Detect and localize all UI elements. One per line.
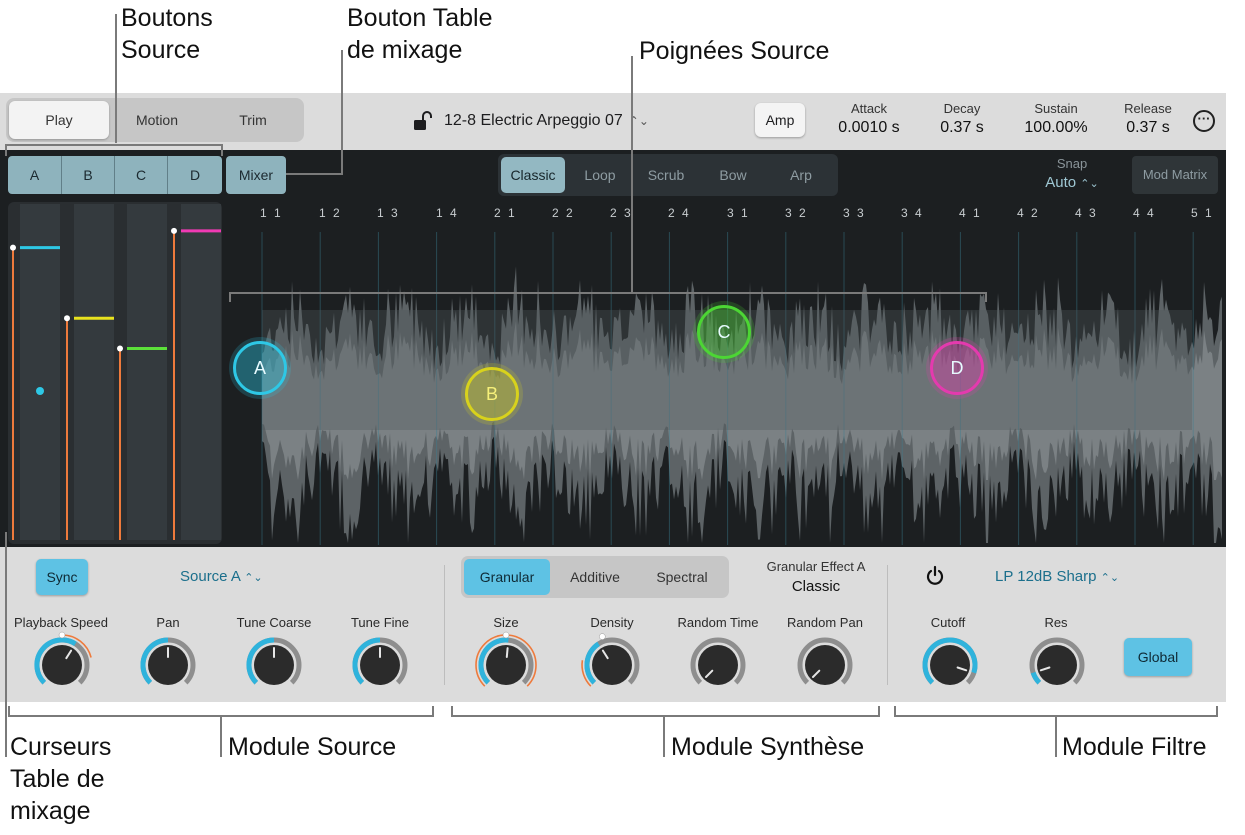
- density-knob-body: [592, 645, 632, 685]
- cutoff-knob-body: [930, 645, 970, 685]
- callout-line: Curseurs: [10, 733, 112, 761]
- callout-line: Source: [121, 36, 201, 64]
- density-knob[interactable]: [581, 633, 640, 687]
- callout-line: Table de: [10, 765, 105, 793]
- callout-line: Boutons: [121, 4, 213, 32]
- cutoff-knob[interactable]: [922, 637, 978, 685]
- callout-mixer-faders: Curseurs Table de mixage: [10, 731, 111, 827]
- density-knob-mod-handle[interactable]: [599, 633, 606, 640]
- size-knob[interactable]: [475, 631, 537, 687]
- callout-line: de mixage: [347, 36, 463, 64]
- playback-speed-knob-mod-handle[interactable]: [58, 631, 66, 639]
- callout-mixer-button: Bouton Table de mixage: [347, 2, 493, 66]
- size-knob-pointer: [505, 647, 509, 658]
- callout-filter-module: Module Filtre: [1062, 733, 1207, 761]
- knob-layer: [34, 631, 1085, 687]
- random-pan-knob-body: [805, 645, 845, 685]
- callout-source-handles: Poignées Source: [639, 37, 830, 65]
- size-knob-body: [486, 645, 526, 685]
- random-pan-knob[interactable]: [797, 637, 853, 685]
- size-knob-mod-handle[interactable]: [502, 631, 510, 639]
- tune-fine-knob[interactable]: [352, 637, 408, 685]
- res-knob-body: [1037, 645, 1077, 685]
- tune-coarse-knob[interactable]: [246, 637, 302, 685]
- callout-source-module: Module Source: [228, 733, 397, 761]
- random-time-knob[interactable]: [690, 637, 746, 685]
- playback-speed-knob[interactable]: [34, 631, 92, 685]
- pan-knob[interactable]: [140, 637, 196, 685]
- callout-source-buttons: Boutons Source: [121, 2, 213, 66]
- res-knob-value-arc: [1030, 671, 1042, 685]
- callout-line: Bouton Table: [347, 4, 493, 32]
- callout-synthesis-module: Module Synthèse: [671, 733, 865, 761]
- callout-line: mixage: [10, 797, 91, 825]
- playback-speed-knob-body: [42, 645, 82, 685]
- res-knob[interactable]: [1029, 637, 1085, 685]
- random-time-knob-body: [698, 645, 738, 685]
